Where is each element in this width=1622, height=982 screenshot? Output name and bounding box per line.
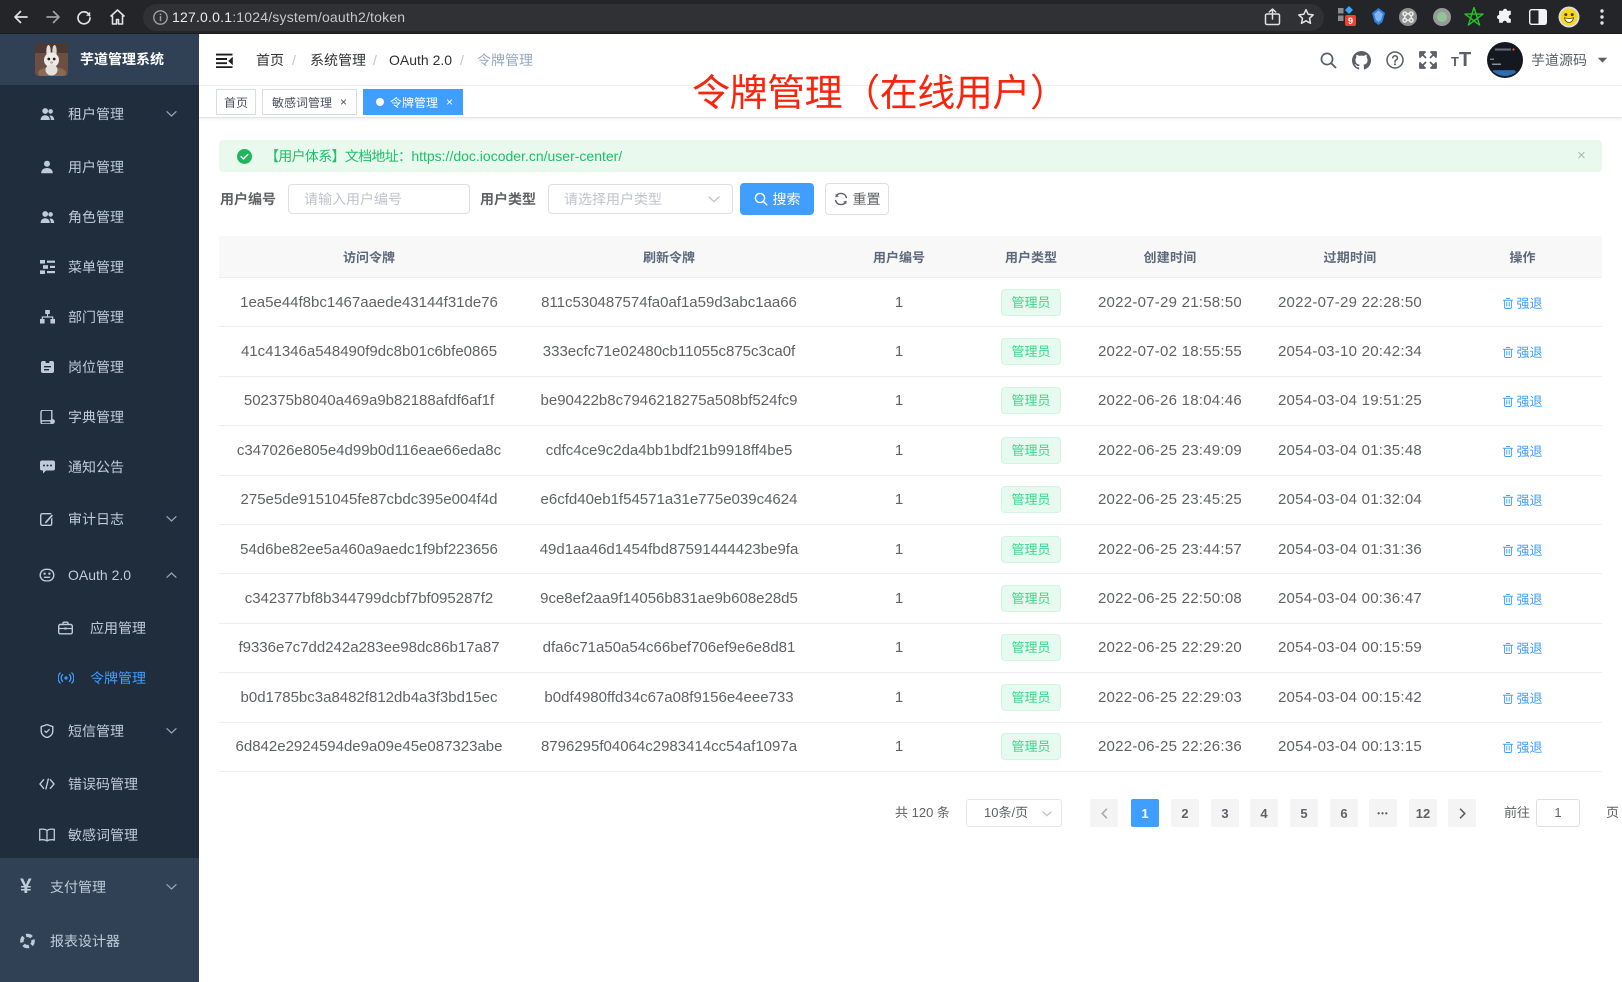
svg-text:9: 9 [1348, 16, 1353, 26]
